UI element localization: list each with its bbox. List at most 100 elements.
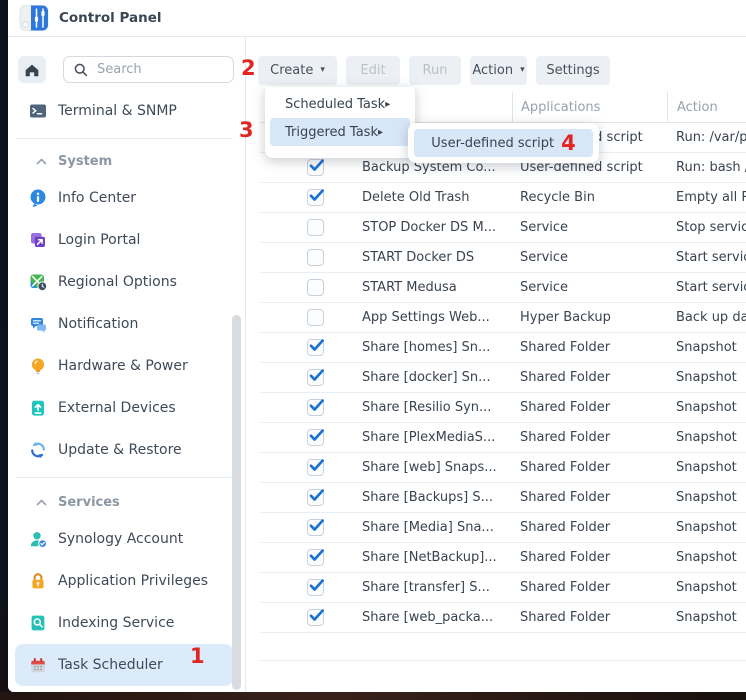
row-checkbox[interactable] xyxy=(307,519,324,536)
annotation-4: 4 xyxy=(561,133,576,154)
row-checkbox[interactable] xyxy=(307,369,324,386)
table-row[interactable]: Share [Resilio Syn...Shared FolderSnapsh… xyxy=(260,393,746,423)
sidebar-item-terminal-snmp[interactable]: Terminal & SNMP xyxy=(8,90,245,132)
header-applications[interactable]: Applications xyxy=(512,92,667,122)
caret-down-icon: ▾ xyxy=(520,66,525,75)
table-row[interactable]: Share [web] Snaps...Shared FolderSnapsho… xyxy=(260,453,746,483)
table-row[interactable]: Share [homes] Sn...Shared FolderSnapshot xyxy=(260,333,746,363)
row-checkbox[interactable] xyxy=(307,339,324,356)
row-checkbox[interactable] xyxy=(307,399,324,416)
cell-action: Snapshot xyxy=(667,460,746,475)
table-row[interactable]: Share [docker] Sn...Shared FolderSnapsho… xyxy=(260,363,746,393)
cell-application: Shared Folder xyxy=(512,520,667,535)
desktop: { "window": { "title": "Control Panel", … xyxy=(0,0,746,700)
cell-action: Run: bash / xyxy=(667,160,746,175)
table-row[interactable]: Share [PlexMediaS...Shared FolderSnapsho… xyxy=(260,423,746,453)
row-checkbox[interactable] xyxy=(307,429,324,446)
table-row[interactable]: Share [Media] Sna...Shared FolderSnapsho… xyxy=(260,513,746,543)
table-row[interactable]: Share [NetBackup]...Shared FolderSnapsho… xyxy=(260,543,746,573)
row-checkbox[interactable] xyxy=(307,579,324,596)
cell-application: Service xyxy=(512,220,667,235)
sidebar-item-hardware-power[interactable]: Hardware & Power xyxy=(8,345,245,387)
cell-action: Snapshot xyxy=(667,430,746,445)
cell-task-name: Share [NetBackup]... xyxy=(362,550,512,565)
sidebar-item-external-devices[interactable]: External Devices xyxy=(8,387,245,429)
table-row[interactable]: START MedusaServiceStart servic xyxy=(260,273,746,303)
row-checkbox[interactable] xyxy=(307,459,324,476)
row-checkbox[interactable] xyxy=(307,189,324,206)
menu-item-user-defined-script[interactable]: User-defined script 4 xyxy=(414,129,593,157)
home-icon xyxy=(23,61,41,79)
indexing-service-icon xyxy=(28,613,48,633)
search-box[interactable] xyxy=(63,56,234,83)
annotation-3: 3 xyxy=(239,120,254,141)
home-button[interactable] xyxy=(18,56,46,83)
triggered-task-submenu: User-defined script 4 xyxy=(408,123,599,163)
sidebar-divider xyxy=(16,138,233,139)
button-label: Create xyxy=(270,63,313,78)
menu-item-scheduled-task[interactable]: Scheduled Task▸ xyxy=(270,90,410,118)
task-scheduler-icon xyxy=(28,655,48,675)
chevron-up-icon xyxy=(35,496,48,509)
title-bar: Control Panel xyxy=(8,0,746,37)
cell-task-name: Share [Backups] S... xyxy=(362,490,512,505)
row-checkbox[interactable] xyxy=(307,249,324,266)
sidebar-scrollbar[interactable] xyxy=(232,315,241,690)
run-button[interactable]: Run xyxy=(409,56,461,85)
annotation-2: 2 xyxy=(241,58,256,79)
cell-task-name: Share [PlexMediaS... xyxy=(362,430,512,445)
create-dropdown-menu: Scheduled Task▸Triggered Task▸ xyxy=(265,87,415,158)
table-row[interactable]: STOP Docker DS M...ServiceStop servic xyxy=(260,213,746,243)
row-checkbox[interactable] xyxy=(307,159,324,176)
sidebar-item-info-center[interactable]: Info Center xyxy=(8,177,245,219)
task-table: Applications Action User-defined scriptR… xyxy=(246,92,746,661)
table-row[interactable]: Delete Old TrashRecycle BinEmpty all R xyxy=(260,183,746,213)
cell-application: Shared Folder xyxy=(512,370,667,385)
hardware-power-icon xyxy=(28,356,48,376)
control-panel-window: Control Panel Terminal & SNMP System Info … xyxy=(8,0,746,692)
table-row[interactable]: START Docker DSServiceStart servic xyxy=(260,243,746,273)
search-icon xyxy=(73,62,88,77)
info-center-icon xyxy=(28,188,48,208)
row-checkbox[interactable] xyxy=(307,309,324,326)
cell-application: Shared Folder xyxy=(512,580,667,595)
sidebar-item-synology-account[interactable]: Synology Account xyxy=(8,518,245,560)
create-button[interactable]: Create▾ xyxy=(258,56,337,85)
row-checkbox[interactable] xyxy=(307,609,324,626)
settings-button[interactable]: Settings xyxy=(536,56,610,85)
header-action[interactable]: Action xyxy=(667,92,746,122)
cell-task-name: Share [Media] Sna... xyxy=(362,520,512,535)
table-row[interactable]: Share [transfer] S...Shared FolderSnapsh… xyxy=(260,573,746,603)
action-button[interactable]: Action▾ xyxy=(470,56,527,85)
terminal-icon xyxy=(28,101,48,121)
sidebar-item-regional-options[interactable]: Regional Options xyxy=(8,261,245,303)
table-row[interactable]: App Settings Web...Hyper BackupBack up d… xyxy=(260,303,746,333)
menu-item-triggered-task[interactable]: Triggered Task▸ xyxy=(270,118,410,146)
cell-task-name: Share [transfer] S... xyxy=(362,580,512,595)
sidebar-item-label: External Devices xyxy=(58,400,176,416)
row-checkbox[interactable] xyxy=(307,279,324,296)
table-row[interactable]: Share [web_packa...Shared FolderSnapshot xyxy=(260,603,746,633)
row-checkbox[interactable] xyxy=(307,489,324,506)
sidebar-item-login-portal[interactable]: Login Portal xyxy=(8,219,245,261)
sidebar-section-services[interactable]: Services xyxy=(8,486,245,518)
sidebar-item-update-restore[interactable]: Update & Restore xyxy=(8,429,245,471)
cell-task-name: App Settings Web... xyxy=(362,310,512,325)
notification-icon xyxy=(28,314,48,334)
cell-action: Snapshot xyxy=(667,340,746,355)
cell-action: Empty all R xyxy=(667,190,746,205)
cell-action: Snapshot xyxy=(667,370,746,385)
table-row[interactable]: Share [Backups] S...Shared FolderSnapsho… xyxy=(260,483,746,513)
sidebar-section-system[interactable]: System xyxy=(8,145,245,177)
sidebar-item-application-privileges[interactable]: Application Privileges xyxy=(8,560,245,602)
edit-button[interactable]: Edit xyxy=(346,56,400,85)
sidebar-item-label: Info Center xyxy=(58,190,136,206)
cell-task-name: Share [docker] Sn... xyxy=(362,370,512,385)
cell-task-name: Share [homes] Sn... xyxy=(362,340,512,355)
search-input[interactable] xyxy=(95,61,209,78)
sidebar-item-notification[interactable]: Notification xyxy=(8,303,245,345)
row-checkbox[interactable] xyxy=(307,219,324,236)
cell-task-name: Share [web_packa... xyxy=(362,610,512,625)
row-checkbox[interactable] xyxy=(307,549,324,566)
sidebar-item-indexing-service[interactable]: Indexing Service xyxy=(8,602,245,644)
